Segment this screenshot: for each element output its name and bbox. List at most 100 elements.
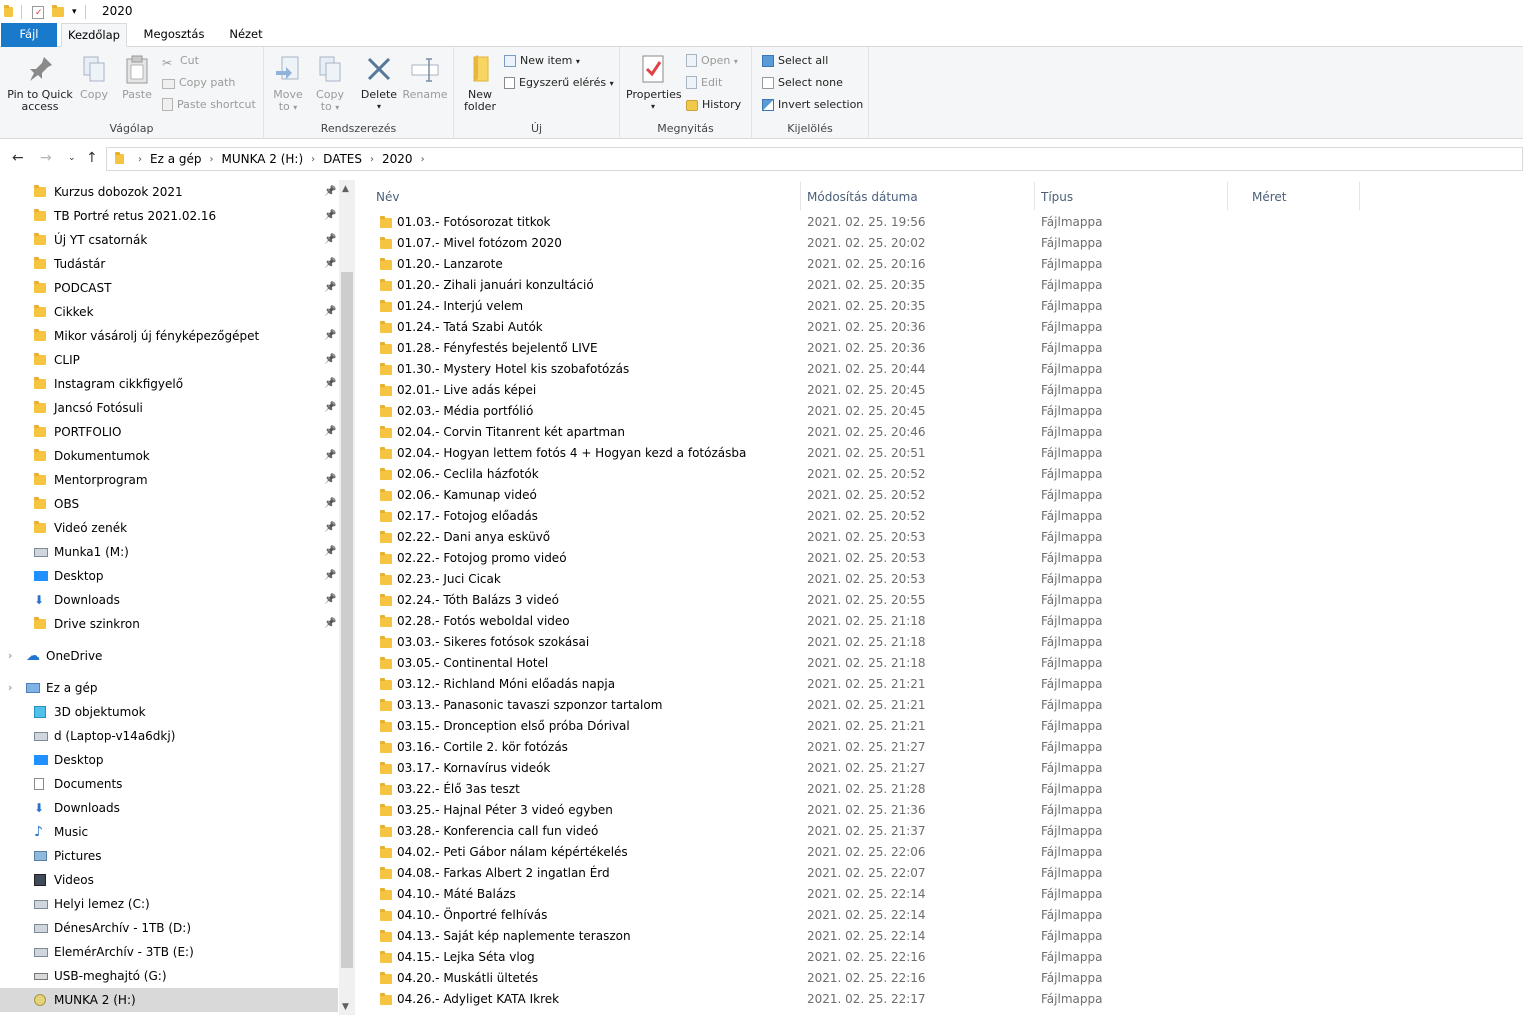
forward-arrow-icon[interactable]: → (40, 150, 52, 166)
file-row[interactable]: 02.28.- Fotós weboldal video 2021. 02. 25… (360, 611, 1360, 632)
back-arrow-icon[interactable]: ← (12, 150, 24, 166)
rename-button[interactable]: Rename (402, 53, 448, 101)
file-row[interactable]: 04.20.- Muskátli ültetés 2021. 02. 25. 22… (360, 968, 1360, 989)
edit-button[interactable]: Edit (686, 74, 722, 92)
file-row[interactable]: 03.17.- Kornavírus videók 2021. 02. 25. 2… (360, 758, 1360, 779)
file-row[interactable]: 03.05.- Continental Hotel 2021. 02. 25. 2… (360, 653, 1360, 674)
pin-icon[interactable]: 📌 (324, 588, 336, 612)
pin-icon[interactable]: 📌 (324, 564, 336, 588)
properties-button[interactable]: Properties ▾ (626, 53, 682, 113)
file-row[interactable]: 04.13.- Saját kép naplemente teraszon 202… (360, 926, 1360, 947)
pin-icon[interactable]: 📌 (324, 468, 336, 492)
file-row[interactable]: 03.25.- Hajnal Péter 3 videó egyben 2021.… (360, 800, 1360, 821)
expand-chevron-icon[interactable]: › (8, 644, 12, 668)
move-to-button[interactable]: Move to ▾ (270, 53, 306, 114)
file-row[interactable]: 03.15.- Dronception első próba Dórival 20… (360, 716, 1360, 737)
this-pc-item[interactable]: Desktop (0, 748, 338, 772)
breadcrumb-dates[interactable]: DATES (323, 152, 362, 166)
pin-icon[interactable]: 📌 (324, 228, 336, 252)
file-row[interactable]: 04.10.- Máté Balázs 2021. 02. 25. 22:14 Fá… (360, 884, 1360, 905)
file-row[interactable]: 02.04.- Hogyan lettem fotós 4 + Hogyan k… (360, 443, 1360, 464)
paste-button[interactable]: Paste (118, 53, 156, 101)
file-row[interactable]: 02.01.- Live adás képei 2021. 02. 25. 20:… (360, 380, 1360, 401)
new-folder-button[interactable]: New folder (460, 53, 500, 113)
breadcrumb-drive[interactable]: MUNKA 2 (H:) (221, 152, 303, 166)
sidebar-item-this-pc[interactable]: › Ez a gép (0, 676, 338, 700)
quick-access-item[interactable]: TB Portré retus 2021.02.16 📌 (0, 204, 338, 228)
quick-access-item[interactable]: OBS 📌 (0, 492, 338, 516)
quick-access-item[interactable]: Drive szinkron 📌 (0, 612, 338, 636)
file-row[interactable]: 01.30.- Mystery Hotel kis szobafotózás 20… (360, 359, 1360, 380)
column-header-name[interactable]: Név (376, 184, 399, 210)
pin-icon[interactable]: 📌 (324, 372, 336, 396)
pin-icon[interactable]: 📌 (324, 348, 336, 372)
pin-icon[interactable]: 📌 (324, 300, 336, 324)
copy-button[interactable]: Copy (76, 53, 112, 101)
breadcrumb-this-pc[interactable]: Ez a gép (150, 152, 201, 166)
pin-icon[interactable]: 📌 (324, 420, 336, 444)
file-row[interactable]: 01.03.- Fotósorozat titkok 2021. 02. 25. … (360, 212, 1360, 233)
breadcrumb-separator-icon[interactable]: › (209, 154, 213, 165)
this-pc-item[interactable]: MUNKA 2 (H:) (0, 988, 338, 1012)
file-row[interactable]: 02.03.- Média portfólió 2021. 02. 25. 20:… (360, 401, 1360, 422)
file-row[interactable]: 02.23.- Juci Cicak 2021. 02. 25. 20:53 Fáj… (360, 569, 1360, 590)
column-divider[interactable] (1034, 182, 1035, 210)
new-folder-quick-icon[interactable] (52, 5, 64, 17)
file-row[interactable]: 01.28.- Fényfestés bejelentő LIVE 2021. 0… (360, 338, 1360, 359)
quick-access-item[interactable]: PODCAST 📌 (0, 276, 338, 300)
this-pc-item[interactable]: USB-meghajtó (G:) (0, 964, 338, 988)
file-row[interactable]: 01.20.- Zihali januári konzultáció 2021. … (360, 275, 1360, 296)
this-pc-item[interactable]: d (Laptop-v14a6dkj) (0, 724, 338, 748)
copy-to-button[interactable]: Copy to ▾ (312, 53, 348, 114)
column-header-type[interactable]: Típus (1041, 184, 1073, 210)
quick-access-item[interactable]: PORTFOLIO 📌 (0, 420, 338, 444)
pin-icon[interactable]: 📌 (324, 324, 336, 348)
copy-path-button[interactable]: Copy path (162, 74, 235, 92)
select-none-button[interactable]: Select none (762, 74, 843, 92)
column-divider[interactable] (1359, 182, 1360, 210)
file-row[interactable]: 03.12.- Richland Móni előadás napja 2021.… (360, 674, 1360, 695)
breadcrumb-separator-icon[interactable]: › (138, 154, 142, 165)
file-row[interactable]: 02.22.- Dani anya esküvő 2021. 02. 25. 20… (360, 527, 1360, 548)
breadcrumb-2020[interactable]: 2020 (382, 152, 413, 166)
breadcrumb-separator-icon[interactable]: › (421, 154, 425, 165)
file-row[interactable]: 03.28.- Konferencia call fun videó 2021. … (360, 821, 1360, 842)
quick-access-item[interactable]: Tudástár 📌 (0, 252, 338, 276)
quick-access-item[interactable]: Dokumentumok 📌 (0, 444, 338, 468)
column-divider[interactable] (800, 182, 801, 210)
column-header-size[interactable]: Méret (1252, 184, 1287, 210)
pin-icon[interactable]: 📌 (324, 396, 336, 420)
file-row[interactable]: 04.26.- Adyliget KATA Ikrek 2021. 02. 25.… (360, 989, 1360, 1010)
pin-icon[interactable]: 📌 (324, 180, 336, 204)
file-row[interactable]: 01.07.- Mivel fotózom 2020 2021. 02. 25. … (360, 233, 1360, 254)
column-divider[interactable] (1227, 182, 1228, 210)
invert-selection-button[interactable]: Invert selection (762, 96, 863, 114)
tab-home[interactable]: Kezdőlap (61, 23, 127, 47)
scroll-up-arrow-icon[interactable]: ▲ (342, 184, 349, 194)
this-pc-item[interactable]: Videos (0, 868, 338, 892)
pin-icon[interactable]: 📌 (324, 252, 336, 276)
pin-icon[interactable]: 📌 (324, 444, 336, 468)
quick-access-item[interactable]: Videó zenék 📌 (0, 516, 338, 540)
pin-icon[interactable]: 📌 (324, 492, 336, 516)
open-button[interactable]: Open ▾ (686, 52, 738, 70)
quick-access-item[interactable]: ⬇ Downloads 📌 (0, 588, 338, 612)
pin-icon[interactable]: 📌 (324, 516, 336, 540)
quick-access-item[interactable]: Jancsó Fotósuli 📌 (0, 396, 338, 420)
quick-access-item[interactable]: Mikor vásárolj új fényképezőgépet 📌 (0, 324, 338, 348)
breadcrumb[interactable]: › Ez a gép › MUNKA 2 (H:) › DATES › 2020… (106, 147, 1523, 171)
quick-access-item[interactable]: Cikkek 📌 (0, 300, 338, 324)
this-pc-item[interactable]: Pictures (0, 844, 338, 868)
file-row[interactable]: 02.22.- Fotojog promo videó 2021. 02. 25.… (360, 548, 1360, 569)
pin-to-quick-access-button[interactable]: Pin to Quick access (6, 53, 74, 113)
file-row[interactable]: 04.02.- Peti Gábor nálam képértékelés 202… (360, 842, 1360, 863)
quick-access-item[interactable]: Új YT csatornák 📌 (0, 228, 338, 252)
file-row[interactable]: 02.06.- Kamunap videó 2021. 02. 25. 20:52… (360, 485, 1360, 506)
file-row[interactable]: 02.06.- Ceclila házfotók 2021. 02. 25. 20… (360, 464, 1360, 485)
this-pc-item[interactable]: Helyi lemez (C:) (0, 892, 338, 916)
quick-access-item[interactable]: CLIP 📌 (0, 348, 338, 372)
quick-access-item[interactable]: Munka1 (M:) 📌 (0, 540, 338, 564)
file-row[interactable]: 02.24.- Tóth Balázs 3 videó 2021. 02. 25.… (360, 590, 1360, 611)
scroll-down-arrow-icon[interactable]: ▼ (342, 1002, 349, 1012)
this-pc-item[interactable]: ElemérArchív - 3TB (E:) (0, 940, 338, 964)
